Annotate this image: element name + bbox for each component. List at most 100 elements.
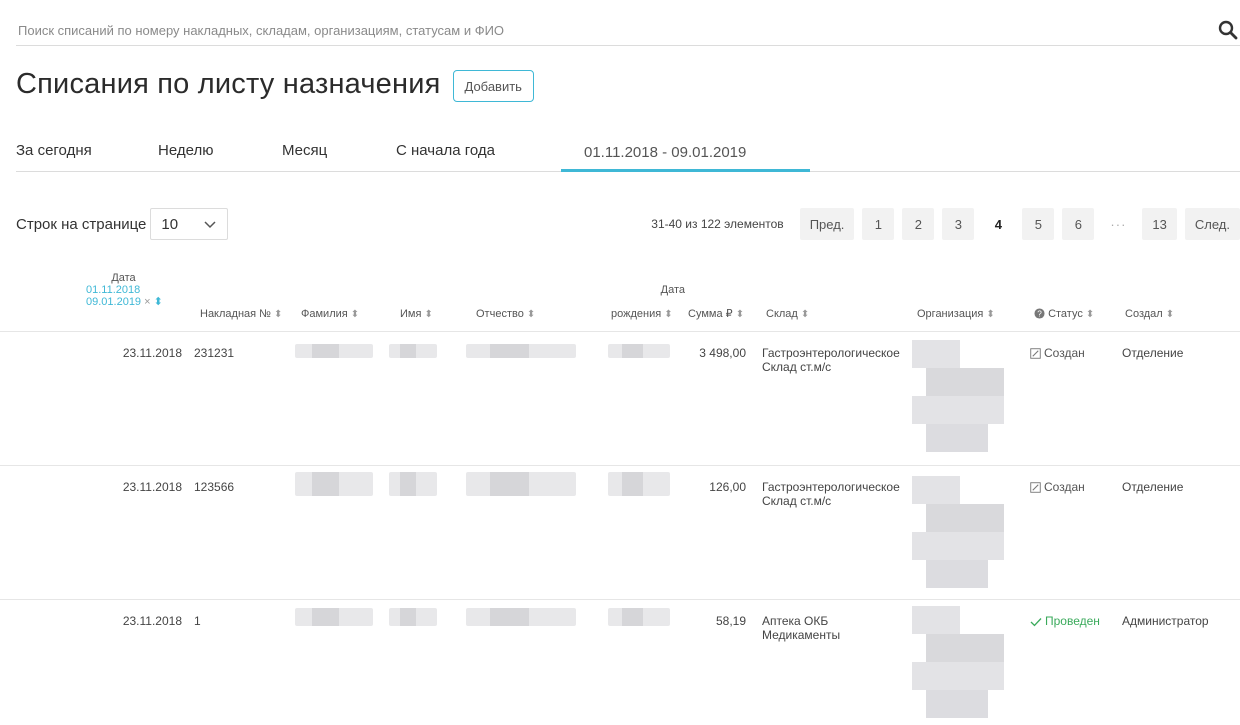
row-status-label: Создан <box>1044 346 1085 360</box>
row-warehouse-line2: Медикаменты <box>762 628 841 642</box>
row-invoice: 123566 <box>194 480 235 494</box>
col-invoice-label: Накладная № <box>200 308 271 320</box>
search-icon[interactable] <box>1218 20 1238 40</box>
row-invoice: 231231 <box>194 346 235 360</box>
page-button-1[interactable]: 1 <box>862 208 895 240</box>
table-row[interactable]: 23.11.2018 123566 126,00 Гастроэнтеролог… <box>0 466 1240 600</box>
pagination: 31-40 из 122 элементов Пред. 1 2 3 4 5 6… <box>651 208 1240 240</box>
tab-today[interactable]: За сегодня <box>16 142 92 159</box>
redacted-birthdate <box>608 608 670 626</box>
sort-icon: ⬍ <box>274 309 283 320</box>
tab-week[interactable]: Неделю <box>158 142 213 159</box>
sort-icon: ⬍ <box>664 309 673 320</box>
row-creator: Администратор <box>1122 614 1209 628</box>
col-organization-label: Организация <box>917 308 984 320</box>
table-row[interactable]: 23.11.2018 231231 3 498,00 Гастроэнтерол… <box>0 332 1240 466</box>
row-warehouse-line2: Склад ст.м/с <box>762 494 832 508</box>
col-warehouse-header[interactable]: Склад ⬍ <box>766 308 809 321</box>
redacted-patronymic <box>466 344 576 358</box>
col-warehouse-label: Склад <box>766 308 798 320</box>
row-warehouse-line1: Аптека ОКБ <box>762 614 829 628</box>
row-warehouse-line1: Гастроэнтерологическое <box>762 480 900 494</box>
page-button-6[interactable]: 6 <box>1062 208 1095 240</box>
row-invoice: 1 <box>194 614 201 628</box>
help-icon[interactable]: ? <box>1034 308 1045 319</box>
row-date: 23.11.2018 <box>122 614 182 628</box>
redacted-firstname <box>389 608 437 626</box>
date-filter-to: 09.01.2019 <box>86 296 142 308</box>
tab-custom-range[interactable]: 01.11.2018 - 09.01.2019 <box>584 144 746 161</box>
col-invoice-header[interactable]: Накладная № ⬍ <box>200 308 282 321</box>
chevron-down-icon <box>204 221 216 229</box>
page-title: Списания по листу назначения <box>16 67 441 100</box>
page-size-select[interactable]: 10 <box>150 208 229 240</box>
title-row: Списания по листу назначения Добавить <box>16 66 534 102</box>
row-creator: Отделение <box>1122 480 1184 494</box>
prev-page-button[interactable]: Пред. <box>799 208 855 240</box>
page-button-2[interactable]: 2 <box>902 208 935 240</box>
row-sum: 3 498,00 <box>699 346 746 360</box>
redacted-lastname <box>295 608 373 626</box>
col-sum-label: Сумма ₽ <box>688 308 733 320</box>
col-status-label: Статус <box>1048 308 1083 320</box>
tab-year-start[interactable]: С начала года <box>396 142 495 159</box>
col-sum-header[interactable]: Сумма ₽ ⬍ <box>688 308 744 321</box>
row-status: Проведен <box>1030 614 1100 628</box>
page-button-4[interactable]: 4 <box>982 208 1015 240</box>
row-date: 23.11.2018 <box>122 480 182 494</box>
page-size-value: 10 <box>161 215 179 233</box>
col-date-header[interactable]: Дата <box>86 272 161 284</box>
sort-icon[interactable]: ⬍ <box>154 296 163 308</box>
redacted-patronymic <box>466 608 576 626</box>
col-creator-header[interactable]: Создал ⬍ <box>1125 308 1174 321</box>
edit-icon <box>1030 348 1041 359</box>
date-filter-range: 09.01.2019 × ⬍ <box>86 296 163 308</box>
row-warehouse-line2: Склад ст.м/с <box>762 360 832 374</box>
page-size-control: Строк на странице 10 <box>16 208 229 240</box>
col-birth-header-line1: Дата <box>660 284 685 296</box>
pagination-info: 31-40 из 122 элементов <box>651 217 784 231</box>
sort-icon: ⬍ <box>526 309 536 320</box>
row-status-label: Создан <box>1044 480 1085 494</box>
sort-icon: ⬍ <box>1165 309 1175 320</box>
col-status-header[interactable]: ? Статус ⬍ <box>1034 308 1094 321</box>
redacted-patronymic <box>466 472 576 496</box>
col-date-label: Дата <box>111 272 136 284</box>
sort-icon: ⬍ <box>735 309 745 320</box>
col-birth-header[interactable]: рождения ⬍ <box>611 308 673 321</box>
table-header: Дата 01.11.2018 09.01.2019 × ⬍ Накладная… <box>0 264 1240 332</box>
col-birth-label: рождения <box>611 308 662 320</box>
edit-icon <box>1030 482 1041 493</box>
redacted-organization <box>912 476 1004 592</box>
next-page-button[interactable]: След. <box>1184 208 1240 240</box>
period-tabs: За сегодня Неделю Месяц С начала года 01… <box>16 132 1240 172</box>
page-button-13[interactable]: 13 <box>1142 208 1177 240</box>
row-status: Создан <box>1030 480 1085 494</box>
active-tab-indicator <box>561 169 810 172</box>
row-status-label: Проведен <box>1045 614 1100 628</box>
col-organization-header[interactable]: Организация ⬍ <box>917 308 995 321</box>
sort-icon: ⬍ <box>424 309 433 320</box>
redacted-birthdate <box>608 472 670 496</box>
sort-icon: ⬍ <box>800 309 810 320</box>
col-firstname-header[interactable]: Имя ⬍ <box>400 308 433 321</box>
search-input[interactable] <box>16 16 1176 44</box>
check-icon <box>1030 618 1042 627</box>
page-button-3[interactable]: 3 <box>942 208 975 240</box>
row-warehouse-line1: Гастроэнтерологическое <box>762 346 900 360</box>
sort-icon: ⬍ <box>1085 309 1095 320</box>
row-sum: 58,19 <box>715 614 746 628</box>
redacted-firstname <box>389 344 437 358</box>
clear-filter-icon[interactable]: × <box>144 296 150 308</box>
col-lastname-label: Фамилия <box>301 308 348 320</box>
add-button[interactable]: Добавить <box>452 70 534 102</box>
tab-month[interactable]: Месяц <box>282 142 327 159</box>
sort-icon: ⬍ <box>350 309 360 320</box>
table-row[interactable]: 23.11.2018 1 58,19 Аптека ОКБ Медикамент… <box>0 600 1240 725</box>
col-patronymic-label: Отчество <box>476 308 524 320</box>
redacted-organization <box>912 340 1004 456</box>
page-button-5[interactable]: 5 <box>1022 208 1055 240</box>
col-patronymic-header[interactable]: Отчество ⬍ <box>476 308 535 321</box>
search-bar <box>16 16 1240 46</box>
col-lastname-header[interactable]: Фамилия ⬍ <box>301 308 359 321</box>
